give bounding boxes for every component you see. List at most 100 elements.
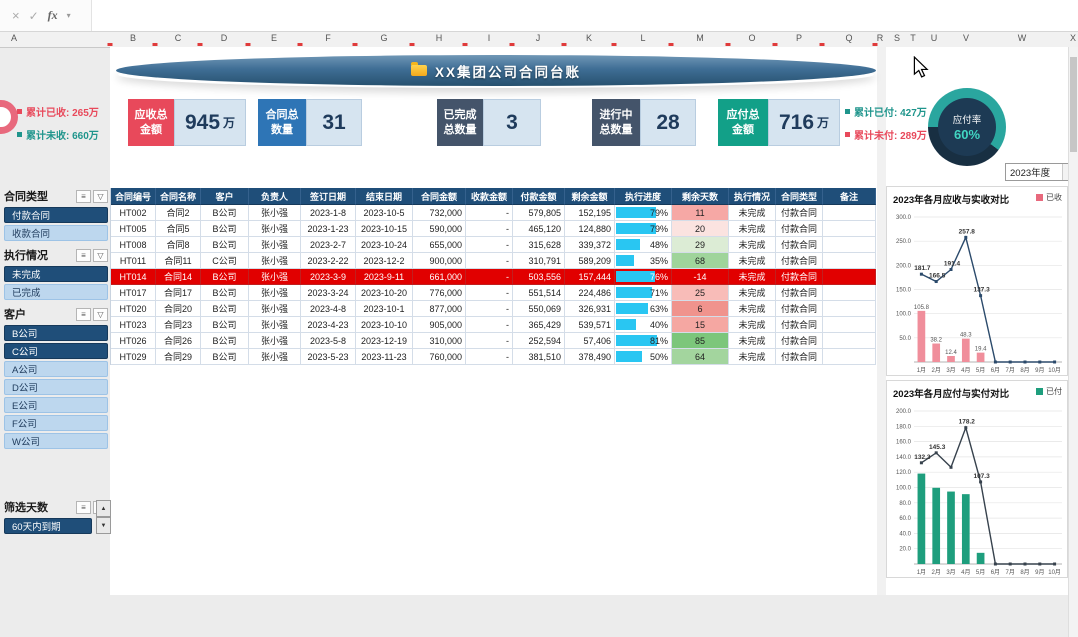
days-remaining-cell: 20 bbox=[672, 221, 729, 237]
slicer-item-D公司[interactable]: D公司 bbox=[4, 379, 108, 395]
table-row-HT002[interactable]: HT002 合同2 B公司 张小强 2023-1-8 2023-10-5 732,000-5… bbox=[111, 205, 876, 221]
table-header-cell[interactable]: 结束日期 bbox=[356, 188, 413, 205]
scrollbar-thumb[interactable] bbox=[1070, 57, 1077, 152]
column-letter-O[interactable]: O bbox=[748, 33, 755, 43]
column-headers[interactable]: A B C D E F G H I J K L M O P Q RST U V W X bbox=[0, 32, 1078, 48]
svg-text:140.0: 140.0 bbox=[896, 455, 912, 461]
slicer-item-B公司[interactable]: B公司 bbox=[4, 325, 108, 341]
table-header-cell[interactable]: 收款金额 bbox=[466, 188, 513, 205]
column-letter-G[interactable]: G bbox=[380, 33, 387, 43]
column-letter-A[interactable]: A bbox=[11, 33, 17, 43]
table-header-cell[interactable]: 执行进度 bbox=[615, 188, 672, 205]
table-row-HT011[interactable]: HT011 合同11 C公司 张小强 2023-2-22 2023-12-2 900,000… bbox=[111, 253, 876, 269]
multiselect-icon[interactable]: ≡ bbox=[76, 500, 91, 514]
slicer-item-A公司[interactable]: A公司 bbox=[4, 361, 108, 377]
legend-swatch bbox=[1036, 388, 1043, 395]
table-header-cell[interactable]: 执行情况 bbox=[729, 188, 776, 205]
column-letter-X[interactable]: X bbox=[1070, 33, 1076, 43]
column-letter-R[interactable]: R bbox=[877, 33, 884, 43]
progress-cell: 48% bbox=[615, 237, 672, 253]
formula-input[interactable] bbox=[92, 0, 1078, 31]
payable-rate-donut: 应付率 60% bbox=[928, 88, 1006, 166]
slicer-item-C公司[interactable]: C公司 bbox=[4, 343, 108, 359]
table-header-cell[interactable]: 合同编号 bbox=[111, 188, 156, 205]
slicer-item-F公司[interactable]: F公司 bbox=[4, 415, 108, 431]
column-letter-H[interactable]: H bbox=[436, 33, 443, 43]
column-letter-U[interactable]: U bbox=[931, 33, 938, 43]
svg-text:60.0: 60.0 bbox=[899, 516, 911, 522]
table-header-cell[interactable]: 签订日期 bbox=[301, 188, 356, 205]
confirm-icon[interactable]: ✓ bbox=[29, 9, 39, 23]
column-letter-E[interactable]: E bbox=[271, 33, 277, 43]
insert-function-icon[interactable]: fx bbox=[48, 8, 58, 23]
svg-text:180.0: 180.0 bbox=[896, 424, 912, 430]
column-letter-F[interactable]: F bbox=[325, 33, 331, 43]
table-cell: 合同8 bbox=[156, 237, 201, 253]
chevron-down-icon[interactable]: ▾ bbox=[67, 11, 71, 20]
table-cell: 315,628 bbox=[513, 237, 565, 253]
slicer-item-W公司[interactable]: W公司 bbox=[4, 433, 108, 449]
column-letter-V[interactable]: V bbox=[963, 33, 969, 43]
slicer-item-付款合同[interactable]: 付款合同 bbox=[4, 207, 108, 223]
multiselect-icon[interactable]: ≡ bbox=[76, 248, 91, 262]
table-header-cell[interactable]: 备注 bbox=[823, 188, 876, 205]
table-header-cell[interactable]: 合同名称 bbox=[156, 188, 201, 205]
table-row-HT008[interactable]: HT008 合同8 B公司 张小强 2023-2-7 2023-10-24 655,000-… bbox=[111, 237, 876, 253]
column-letter-Q[interactable]: Q bbox=[845, 33, 852, 43]
table-cell: - bbox=[466, 285, 513, 301]
table-header-cell[interactable]: 合同金额 bbox=[413, 188, 466, 205]
slicer-item-收款合同[interactable]: 收款合同 bbox=[4, 225, 108, 241]
table-row-HT023[interactable]: HT023 合同23 B公司 张小强 2023-4-23 2023-10-10 905,00… bbox=[111, 317, 876, 333]
table-header-cell[interactable]: 剩余天数 bbox=[672, 188, 729, 205]
vertical-scrollbar[interactable] bbox=[1068, 47, 1078, 637]
table-cell: 2023-12-2 bbox=[356, 253, 413, 269]
table-row-HT005[interactable]: HT005 合同5 B公司 张小强 2023-1-23 2023-10-15 590,000… bbox=[111, 221, 876, 237]
table-header-cell[interactable]: 负责人 bbox=[249, 188, 301, 205]
column-letter-C[interactable]: C bbox=[175, 33, 182, 43]
column-letter-K[interactable]: K bbox=[586, 33, 592, 43]
column-letter-P[interactable]: P bbox=[796, 33, 802, 43]
table-row-HT017[interactable]: HT017 合同17 B公司 张小强 2023-3-24 2023-10-20 776,00… bbox=[111, 285, 876, 301]
progress-bar bbox=[616, 319, 636, 330]
progress-value: 79% bbox=[649, 207, 668, 218]
kpi-stat-text: 累计已收: 265万 bbox=[26, 108, 99, 119]
column-letter-J[interactable]: J bbox=[536, 33, 541, 43]
column-boundary-tick bbox=[611, 43, 617, 46]
table-row-HT026[interactable]: HT026 合同26 B公司 张小强 2023-5-8 2023-12-19 310,000… bbox=[111, 333, 876, 349]
column-letter-S[interactable]: S bbox=[894, 33, 900, 43]
clear-filter-icon[interactable]: ▽ bbox=[93, 307, 108, 321]
column-letter-M[interactable]: M bbox=[696, 33, 704, 43]
table-row-HT029[interactable]: HT029 合同29 B公司 张小强 2023-5-23 2023-11-23 760,00… bbox=[111, 349, 876, 365]
slicer-item-已完成[interactable]: 已完成 bbox=[4, 284, 108, 300]
column-letter-I[interactable]: I bbox=[488, 33, 491, 43]
table-cell bbox=[823, 333, 876, 349]
slicer-section: 客户 ≡ ▽ B公司 C公司 A公司 D公司 E公司 F公司 W公司 bbox=[4, 306, 108, 449]
slicer-item-未完成[interactable]: 未完成 bbox=[4, 266, 108, 282]
slicer-item-E公司[interactable]: E公司 bbox=[4, 397, 108, 413]
table-header-cell[interactable]: 客户 bbox=[201, 188, 249, 205]
multiselect-icon[interactable]: ≡ bbox=[76, 189, 91, 203]
slicer-item-60天内到期[interactable]: 60天内到期 bbox=[4, 518, 92, 534]
page-title: XX集团公司合同台账 bbox=[434, 64, 581, 80]
column-letter-B[interactable]: B bbox=[130, 33, 136, 43]
cancel-icon[interactable]: × bbox=[12, 8, 20, 23]
table-header-cell[interactable]: 付款金额 bbox=[513, 188, 565, 205]
clear-filter-icon[interactable]: ▽ bbox=[93, 248, 108, 262]
table-row-HT014[interactable]: HT014 合同14 B公司 张小强 2023-3-9 2023-9-11 661,000-… bbox=[111, 269, 876, 285]
progress-cell: 79% bbox=[615, 205, 672, 221]
table-header-cell[interactable]: 剩余金额 bbox=[565, 188, 615, 205]
table-row-HT020[interactable]: HT020 合同20 B公司 张小强 2023-4-8 2023-10-1 877,000-… bbox=[111, 301, 876, 317]
clear-filter-icon[interactable]: ▽ bbox=[93, 189, 108, 203]
table-cell: 张小强 bbox=[249, 237, 301, 253]
table-cell: 张小强 bbox=[249, 205, 301, 221]
column-letter-L[interactable]: L bbox=[640, 33, 645, 43]
column-letter-D[interactable]: D bbox=[221, 33, 228, 43]
column-letter-T[interactable]: T bbox=[910, 33, 916, 43]
table-header-cell[interactable]: 合同类型 bbox=[776, 188, 823, 205]
svg-text:40.0: 40.0 bbox=[899, 531, 911, 537]
table-cell: 539,571 bbox=[565, 317, 615, 333]
multiselect-icon[interactable]: ≡ bbox=[76, 307, 91, 321]
column-letter-W[interactable]: W bbox=[1018, 33, 1027, 43]
spinner-up-button[interactable]: ▲ bbox=[96, 500, 111, 517]
spinner-down-button[interactable]: ▼ bbox=[96, 517, 111, 534]
